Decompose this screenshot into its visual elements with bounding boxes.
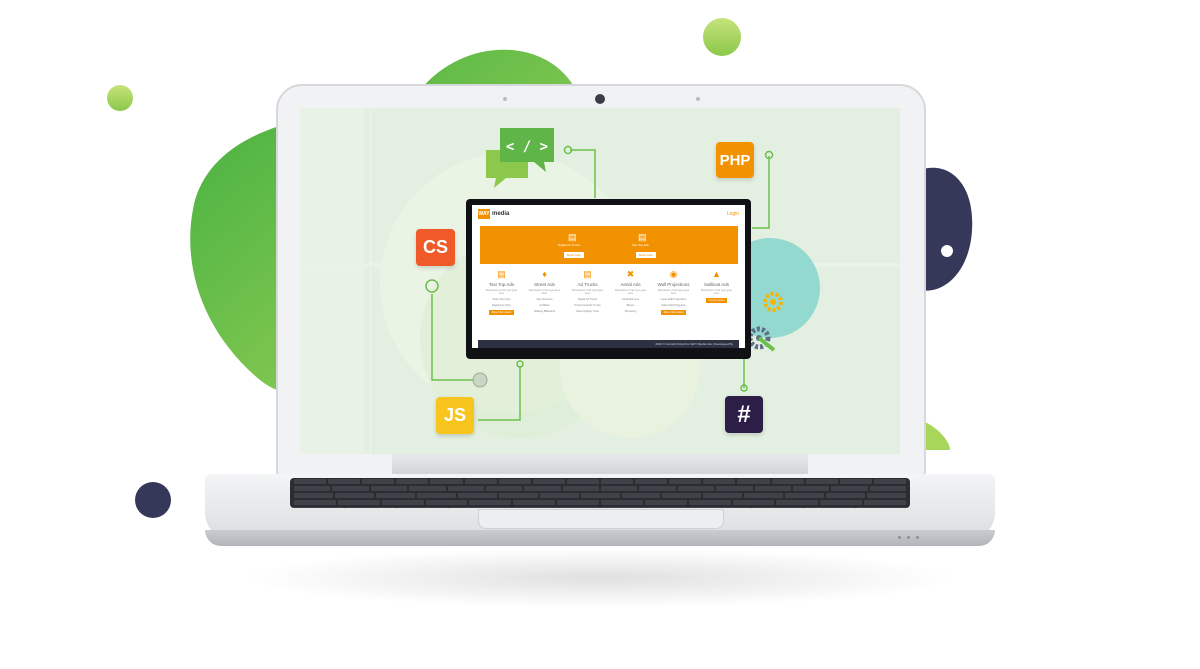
col-title: Taxi Top Ads [488, 282, 515, 287]
taxi-icon: ▤ [638, 232, 647, 242]
col-title: Street Ads [534, 282, 555, 287]
mockup-col-street: ♦ Street Ads Description of ad type goes… [523, 265, 566, 339]
js-label: JS [443, 405, 467, 425]
truck-icon: ▤ [568, 232, 577, 242]
mockup-col-taxi: ▤ Taxi Top Ads Description of ad type go… [480, 265, 523, 339]
mockup-columns: ▤ Taxi Top Ads Description of ad type go… [480, 265, 738, 339]
col-link[interactable]: Ad Bikes [523, 304, 566, 307]
col-title: Aerial Ads [620, 282, 641, 287]
sensor-left [503, 97, 507, 101]
navy-dot [135, 482, 171, 518]
col-desc: Description of ad type goes here [614, 289, 647, 295]
col-link[interactable]: Printed Graphic Trucks [566, 304, 609, 307]
banner-button-1[interactable]: Book Now [564, 252, 584, 258]
white-dot [941, 245, 953, 257]
col-link[interactable]: Static Taxi Tops [480, 298, 523, 301]
col-title: Ad Trucks [577, 282, 598, 287]
mockup-col-projections: ◉ Wall Projections Description of ad typ… [652, 265, 695, 339]
website-mockup-screen: WAY media Login ▤ Digital Ad Trucks Book… [472, 205, 745, 348]
mockup-login-link[interactable]: Login [727, 211, 739, 217]
col-desc: Description of ad type goes here [528, 289, 561, 295]
taxi-icon: ▤ [497, 269, 506, 279]
col-desc: Description of ad type goes here [571, 289, 604, 295]
col-title: Wall Projections [657, 282, 690, 287]
php-badge: PHP [716, 142, 754, 178]
col-button[interactable]: More Information [660, 310, 687, 315]
col-button[interactable]: More Information [488, 310, 515, 315]
camera [595, 94, 605, 104]
mockup-banner: ▤ Digital Ad Trucks Book Now ▤ Taxi Top … [480, 226, 738, 264]
sailboat-icon: ▲ [712, 269, 721, 279]
code-bubble-icon: < / > [484, 128, 554, 192]
col-desc: Description of ad type goes here [485, 289, 518, 295]
col-link[interactable]: Sign Spinners [523, 298, 566, 301]
svg-text:< / >: < / > [506, 139, 548, 155]
col-link[interactable]: Aerial Banners [609, 298, 652, 301]
sensor-right [696, 97, 700, 101]
signpost-icon: ♦ [542, 269, 547, 279]
status-lights [898, 536, 928, 540]
cs-badge: CS [416, 229, 455, 266]
col-link[interactable]: Digital Ad Trucks [566, 298, 609, 301]
php-label: PHP [719, 151, 751, 169]
col-desc: Description of ad type goes here [700, 289, 733, 295]
js-badge: JS [436, 397, 474, 434]
navy-blob [920, 167, 973, 291]
keyboard [290, 478, 910, 508]
lime-dot-top-left [107, 85, 133, 111]
mockup-header: WAY media Login [472, 205, 745, 223]
cs-label: CS [422, 237, 448, 257]
mockup-col-trucks: ▤ Ad Trucks Description of ad type goes … [566, 265, 609, 339]
trackpad [478, 509, 724, 529]
mockup-logo-text: media [492, 211, 510, 217]
banner-item-2: Taxi Top Ads [632, 243, 649, 247]
mockup-col-sailboat: ▲ Sailboat Ads Description of ad type go… [695, 265, 738, 339]
hash-label: # [737, 400, 751, 428]
banner-button-2[interactable]: Book Now [636, 252, 656, 258]
col-link[interactable]: Glass Display Truck [566, 310, 609, 313]
col-link[interactable]: Digital Taxi Tops [480, 304, 523, 307]
laptop-shadow [240, 548, 960, 608]
laptop-hinge [392, 454, 808, 476]
mockup-logo-box: WAY [478, 209, 490, 219]
col-button[interactable]: Coming Soon [705, 298, 728, 303]
truck-icon: ▤ [583, 269, 592, 279]
mockup-logo: WAY media [478, 209, 509, 219]
laptop-base-edge [205, 530, 995, 546]
col-link[interactable]: Laser Wall Projections [652, 298, 695, 301]
col-desc: Description of ad type goes here [657, 289, 690, 295]
lime-dot-top [703, 18, 741, 56]
hash-badge: # [725, 396, 763, 433]
col-link[interactable]: Blimps [609, 304, 652, 307]
plane-icon: ✖ [626, 269, 635, 279]
mockup-footer: 2016 © Ad Hub Portal For WAY Media Ads |… [478, 340, 739, 348]
mockup-col-aerial: ✖ Aerial Ads Description of ad type goes… [609, 265, 652, 339]
projector-icon: ◉ [669, 269, 678, 279]
banner-item-1: Digital Ad Trucks [558, 243, 581, 247]
col-link[interactable]: Skywriting [609, 310, 652, 313]
col-link[interactable]: Video Wall Projection [652, 304, 695, 307]
col-title: Sailboat Ads [703, 282, 730, 287]
col-link[interactable]: Walking Billboards [523, 310, 566, 313]
